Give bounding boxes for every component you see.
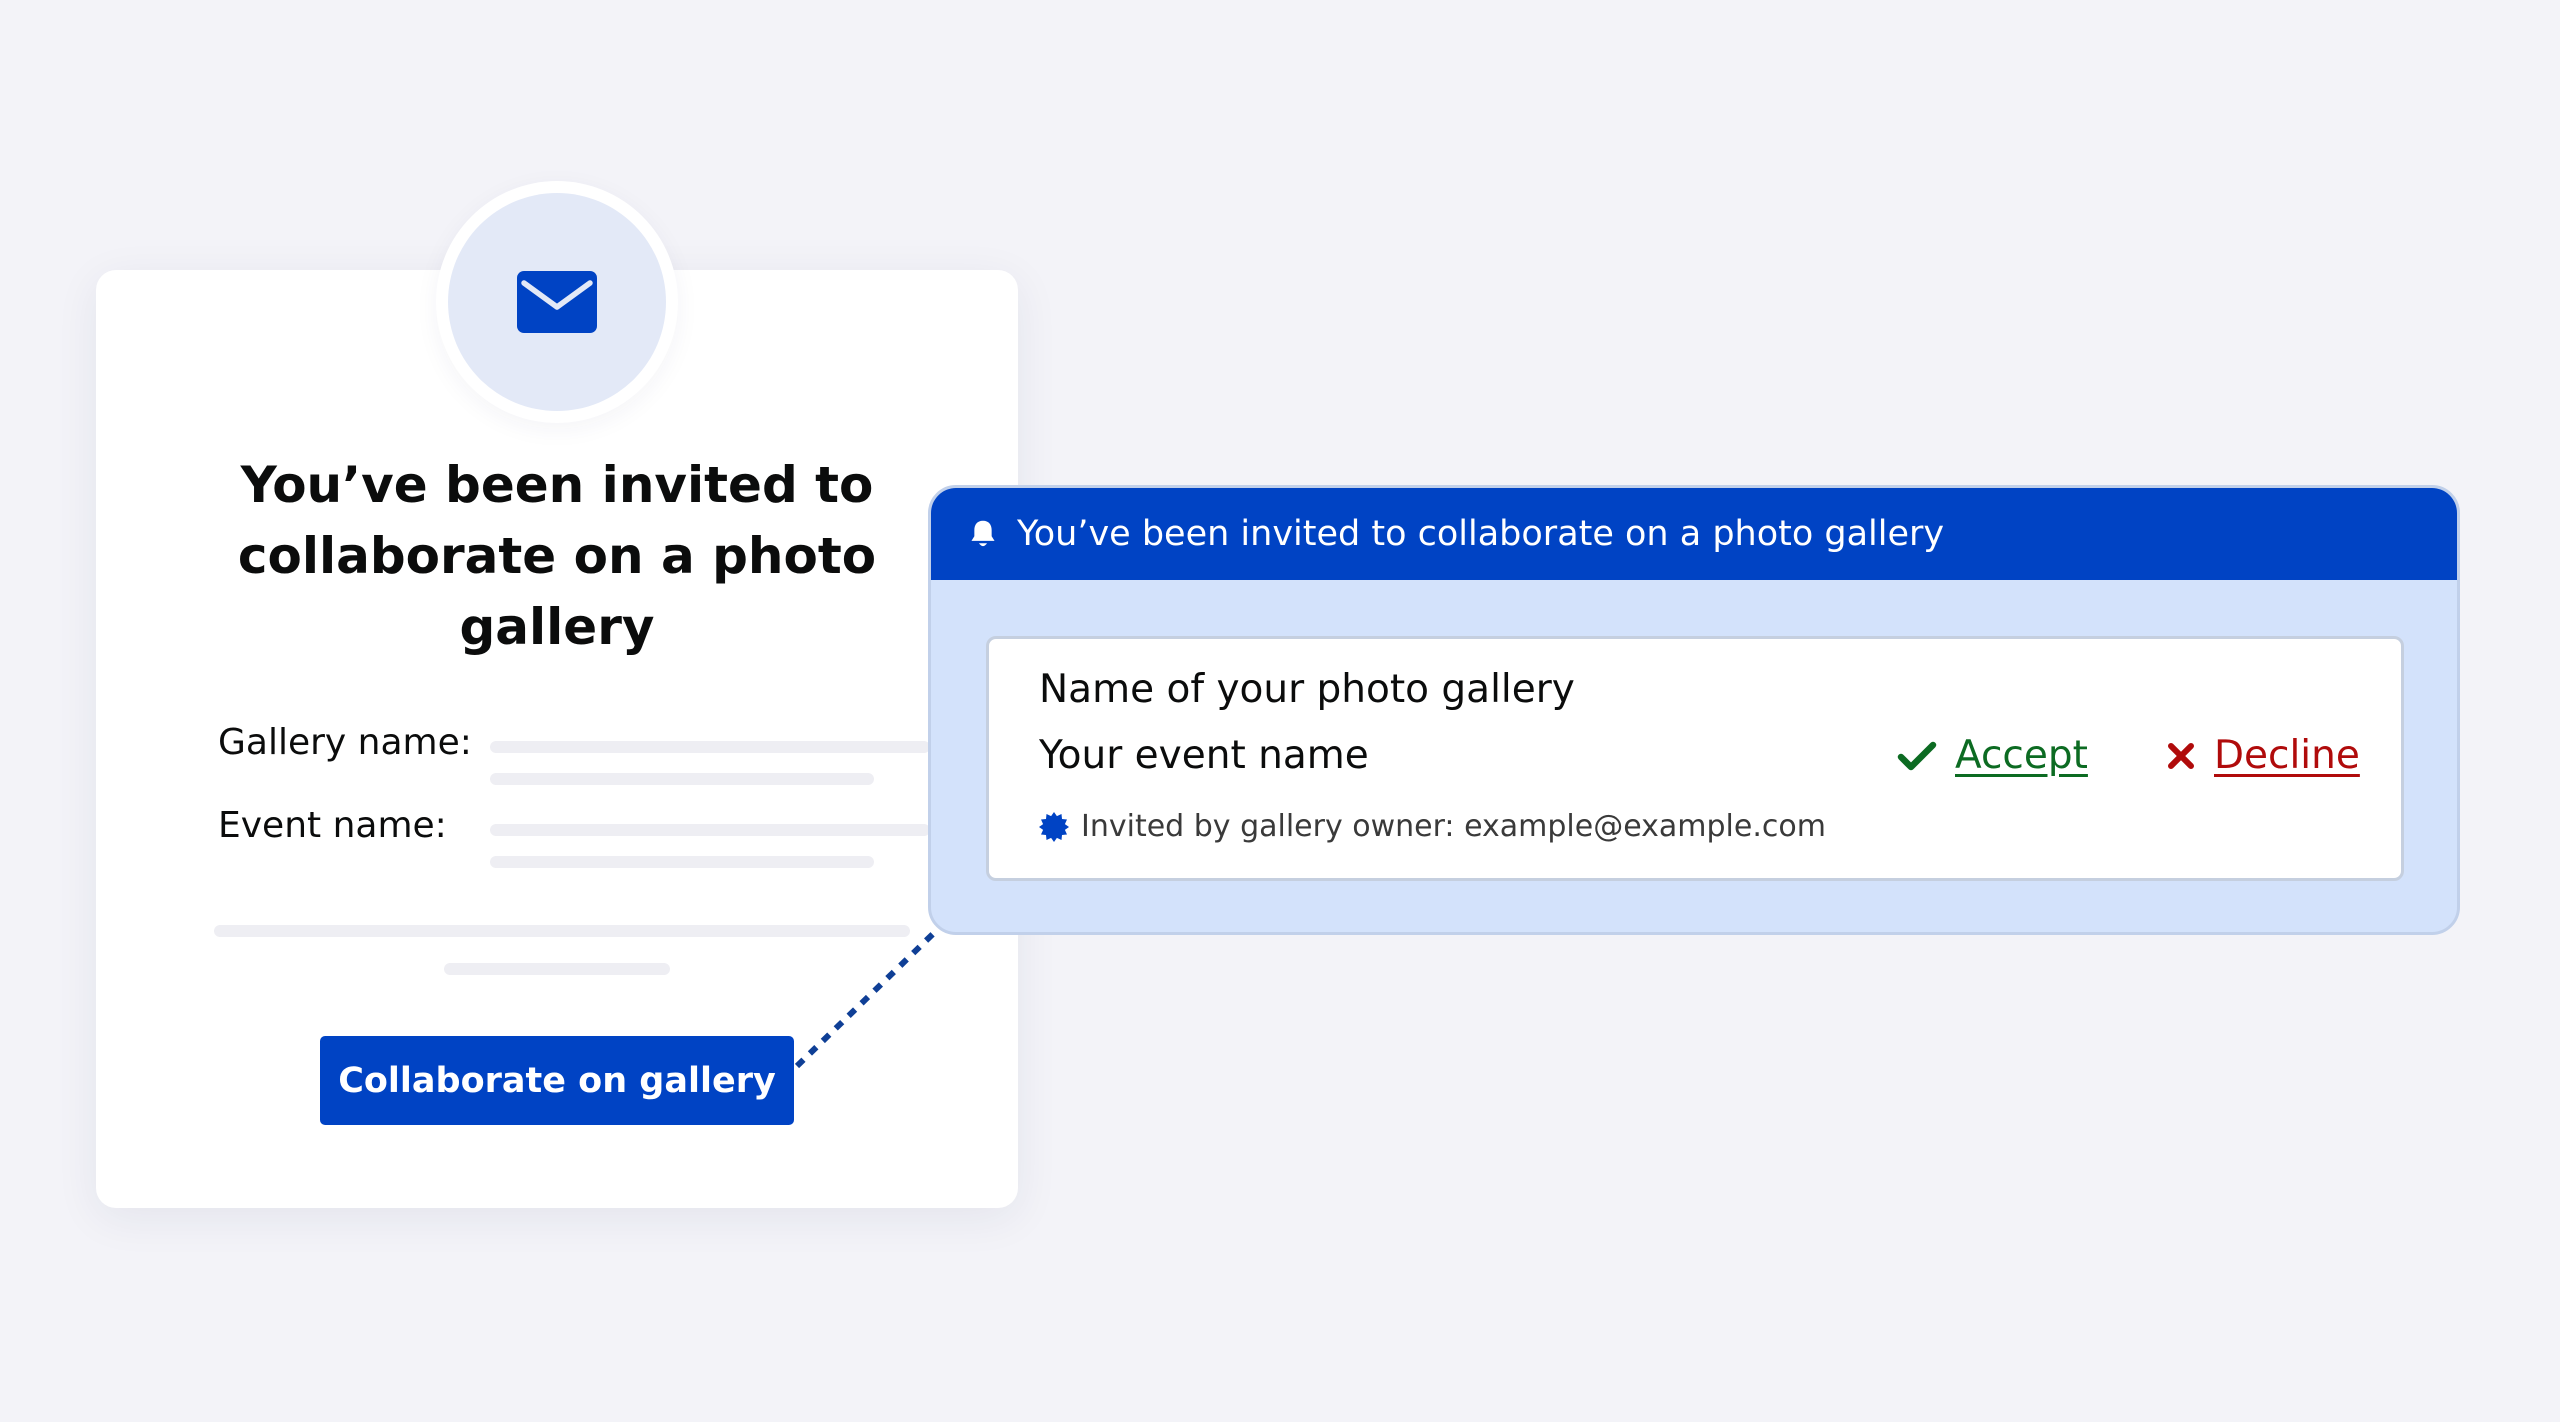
invited-by-text: Invited by gallery owner: example@exampl… bbox=[1081, 809, 1826, 844]
invite-card: Name of your photo gallery Your event na… bbox=[986, 636, 2404, 881]
notification-panel: You’ve been invited to collaborate on a … bbox=[928, 485, 2460, 935]
notification-header: You’ve been invited to collaborate on a … bbox=[931, 488, 2457, 580]
event-name: Your event name bbox=[1039, 733, 1369, 778]
verified-badge-icon bbox=[1039, 811, 1069, 842]
decline-label[interactable]: Decline bbox=[2214, 733, 2360, 778]
gallery-name: Name of your photo gallery bbox=[1039, 667, 1575, 712]
accept-label[interactable]: Accept bbox=[1955, 733, 2088, 778]
close-icon bbox=[2168, 742, 2194, 769]
invited-by: Invited by gallery owner: example@exampl… bbox=[1039, 809, 1826, 844]
bell-icon bbox=[971, 520, 995, 547]
check-icon bbox=[1897, 741, 1937, 770]
decline-link[interactable]: Decline bbox=[2166, 733, 2360, 778]
accept-link[interactable]: Accept bbox=[1897, 733, 2088, 778]
notification-header-text: You’ve been invited to collaborate on a … bbox=[1017, 514, 1945, 554]
